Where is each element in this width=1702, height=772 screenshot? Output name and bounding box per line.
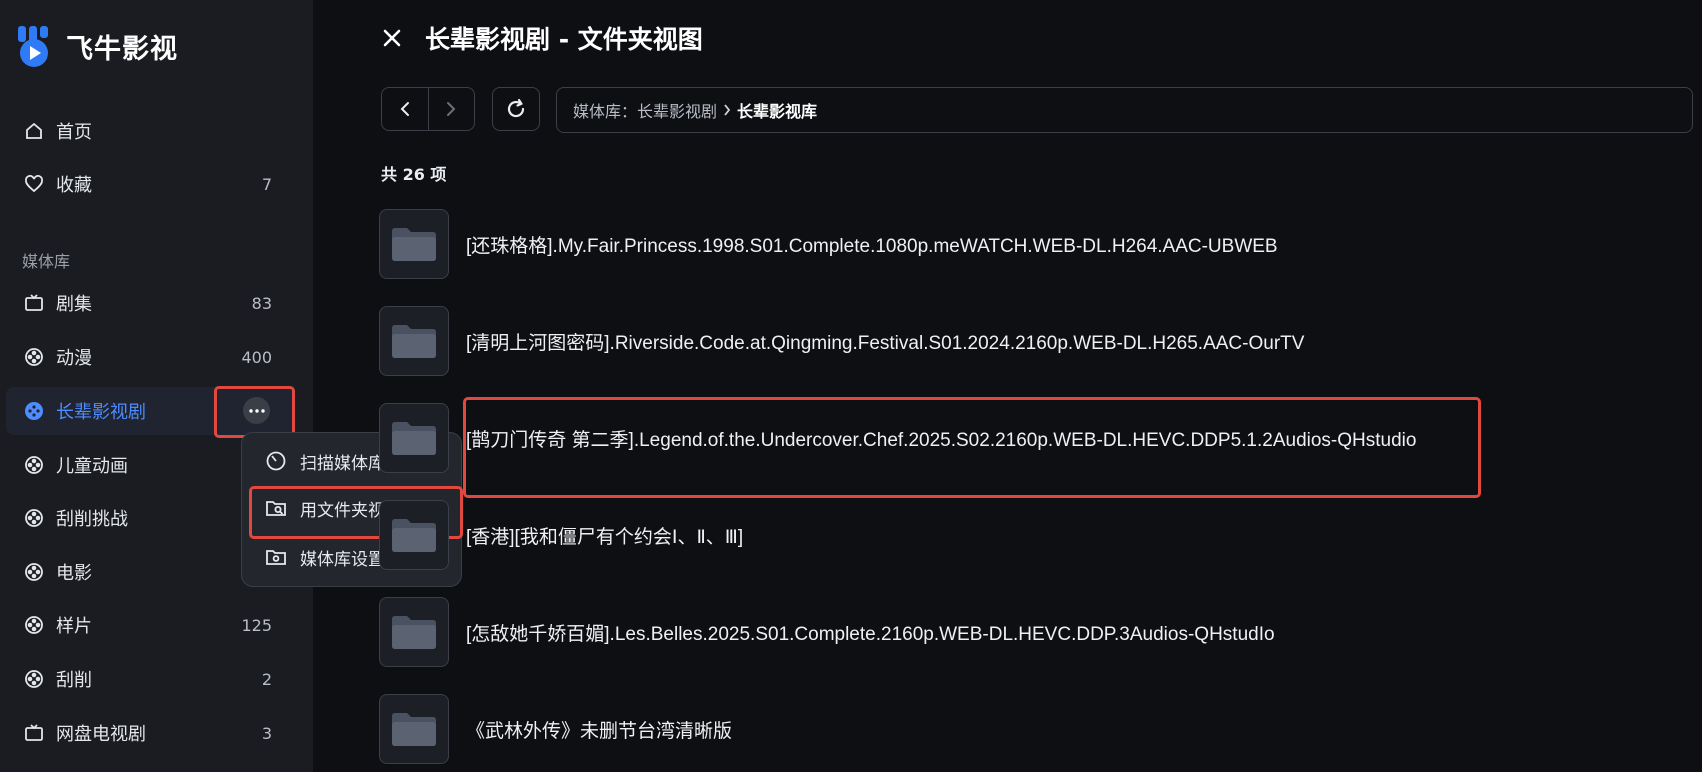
sidebar-item-label: 首页 — [56, 122, 92, 143]
logo-icon — [16, 24, 56, 68]
folder-name: [还珠格格].My.Fair.Princess.1998.S01.Complet… — [466, 235, 1278, 257]
sidebar: 飞牛影视 首页 收藏 7 媒体库 剧集 83 动漫 400 长辈影视剧 儿童动画… — [0, 0, 313, 772]
sidebar-item-library[interactable]: 网盘电视剧 3 — [6, 709, 294, 757]
main-panel: 长辈影视剧 - 文件夹视图 媒体库：长辈影视剧 长辈影视库 共 26 项 [还珠… — [313, 0, 1702, 772]
chevron-left-icon — [400, 102, 409, 116]
folder-icon — [379, 306, 449, 376]
folder-name: [香港][我和僵尸有个约会Ⅰ、Ⅱ、Ⅲ] — [466, 526, 744, 548]
home-icon — [22, 119, 46, 143]
folder-name: 《武林外传》未删节台湾清晰版 — [466, 720, 733, 742]
back-button[interactable] — [382, 88, 428, 130]
folder-name: [清明上河图密码].Riverside.Code.at.Qingming.Fes… — [466, 332, 1305, 354]
breadcrumb-root[interactable]: 媒体库：长辈影视剧 — [573, 98, 717, 122]
film-reel-icon — [22, 667, 46, 691]
sidebar-item-label: 剧集 — [56, 294, 92, 315]
sidebar-item-label: 网盘电视剧 — [56, 724, 146, 745]
scan-icon — [264, 449, 288, 473]
film-reel-icon — [22, 345, 46, 369]
ellipsis-icon — [248, 408, 265, 413]
history-nav — [381, 87, 475, 131]
sidebar-item-count: 3 — [261, 723, 272, 743]
film-reel-icon — [22, 613, 46, 637]
refresh-button[interactable] — [492, 87, 540, 131]
close-button[interactable] — [378, 24, 406, 52]
chevron-right-icon — [447, 102, 456, 116]
sidebar-item-count: 83 — [251, 293, 272, 313]
sidebar-item-count: 7 — [261, 174, 272, 194]
folder-settings-icon — [264, 545, 288, 569]
sidebar-item-count: 125 — [241, 615, 272, 635]
folder-row[interactable]: [清明上河图密码].Riverside.Code.at.Qingming.Fes… — [379, 305, 1679, 377]
tv-icon — [22, 291, 46, 315]
chevron-right-icon — [723, 104, 731, 116]
sidebar-item-library[interactable]: 剧集 83 — [6, 279, 294, 327]
sidebar-item-label: 动漫 — [56, 348, 92, 369]
sidebar-item-label: 收藏 — [56, 175, 92, 196]
folder-row[interactable]: [香港][我和僵尸有个约会Ⅰ、Ⅱ、Ⅲ] — [379, 499, 1679, 571]
sidebar-item-favorites[interactable]: 收藏 7 — [6, 160, 294, 208]
folder-row[interactable]: 《武林外传》未删节台湾清晰版 — [379, 693, 1679, 765]
folder-search-icon — [264, 496, 288, 520]
tv-icon — [22, 721, 46, 745]
sidebar-item-home[interactable]: 首页 — [6, 107, 294, 155]
heart-icon — [22, 172, 46, 196]
more-options-button[interactable] — [243, 397, 270, 424]
sidebar-item-label: 刮削 — [56, 670, 92, 691]
sidebar-item-library[interactable]: 样片 125 — [6, 601, 294, 649]
app-name: 飞牛影视 — [66, 33, 178, 65]
sidebar-item-library[interactable]: 刮削 2 — [6, 655, 294, 703]
folder-icon — [379, 694, 449, 764]
film-reel-icon — [22, 399, 46, 423]
folder-icon — [379, 597, 449, 667]
folder-row[interactable]: [怎敌她千娇百媚].Les.Belles.2025.S01.Complete.2… — [379, 596, 1679, 668]
folder-icon — [379, 209, 449, 279]
close-icon — [383, 29, 401, 47]
film-reel-icon — [22, 506, 46, 530]
app-logo[interactable]: 飞牛影视 — [16, 24, 178, 68]
breadcrumb: 媒体库：长辈影视剧 长辈影视库 — [556, 87, 1693, 133]
film-reel-icon — [22, 560, 46, 584]
item-count: 共 26 项 — [381, 165, 447, 184]
folder-icon — [379, 403, 449, 473]
sidebar-item-count: 2 — [261, 669, 272, 689]
sidebar-item-count: 400 — [241, 347, 272, 367]
page-title: 长辈影视剧 - 文件夹视图 — [425, 25, 703, 54]
folder-name: [鹊刀门传奇 第二季].Legend.of.the.Undercover.Che… — [466, 429, 1417, 451]
forward-button[interactable] — [427, 88, 475, 130]
section-title-media-library: 媒体库 — [22, 252, 71, 271]
folder-row[interactable]: [还珠格格].My.Fair.Princess.1998.S01.Complet… — [379, 208, 1679, 280]
folder-name: [怎敌她千娇百媚].Les.Belles.2025.S01.Complete.2… — [466, 623, 1275, 645]
film-reel-icon — [22, 453, 46, 477]
sidebar-item-library[interactable]: 动漫 400 — [6, 333, 294, 381]
folder-icon — [379, 500, 449, 570]
sidebar-item-label: 样片 — [56, 616, 92, 637]
folder-row[interactable]: [鹊刀门传奇 第二季].Legend.of.the.Undercover.Che… — [379, 402, 1679, 474]
refresh-icon — [507, 98, 525, 118]
breadcrumb-current: 长辈影视库 — [737, 102, 818, 121]
